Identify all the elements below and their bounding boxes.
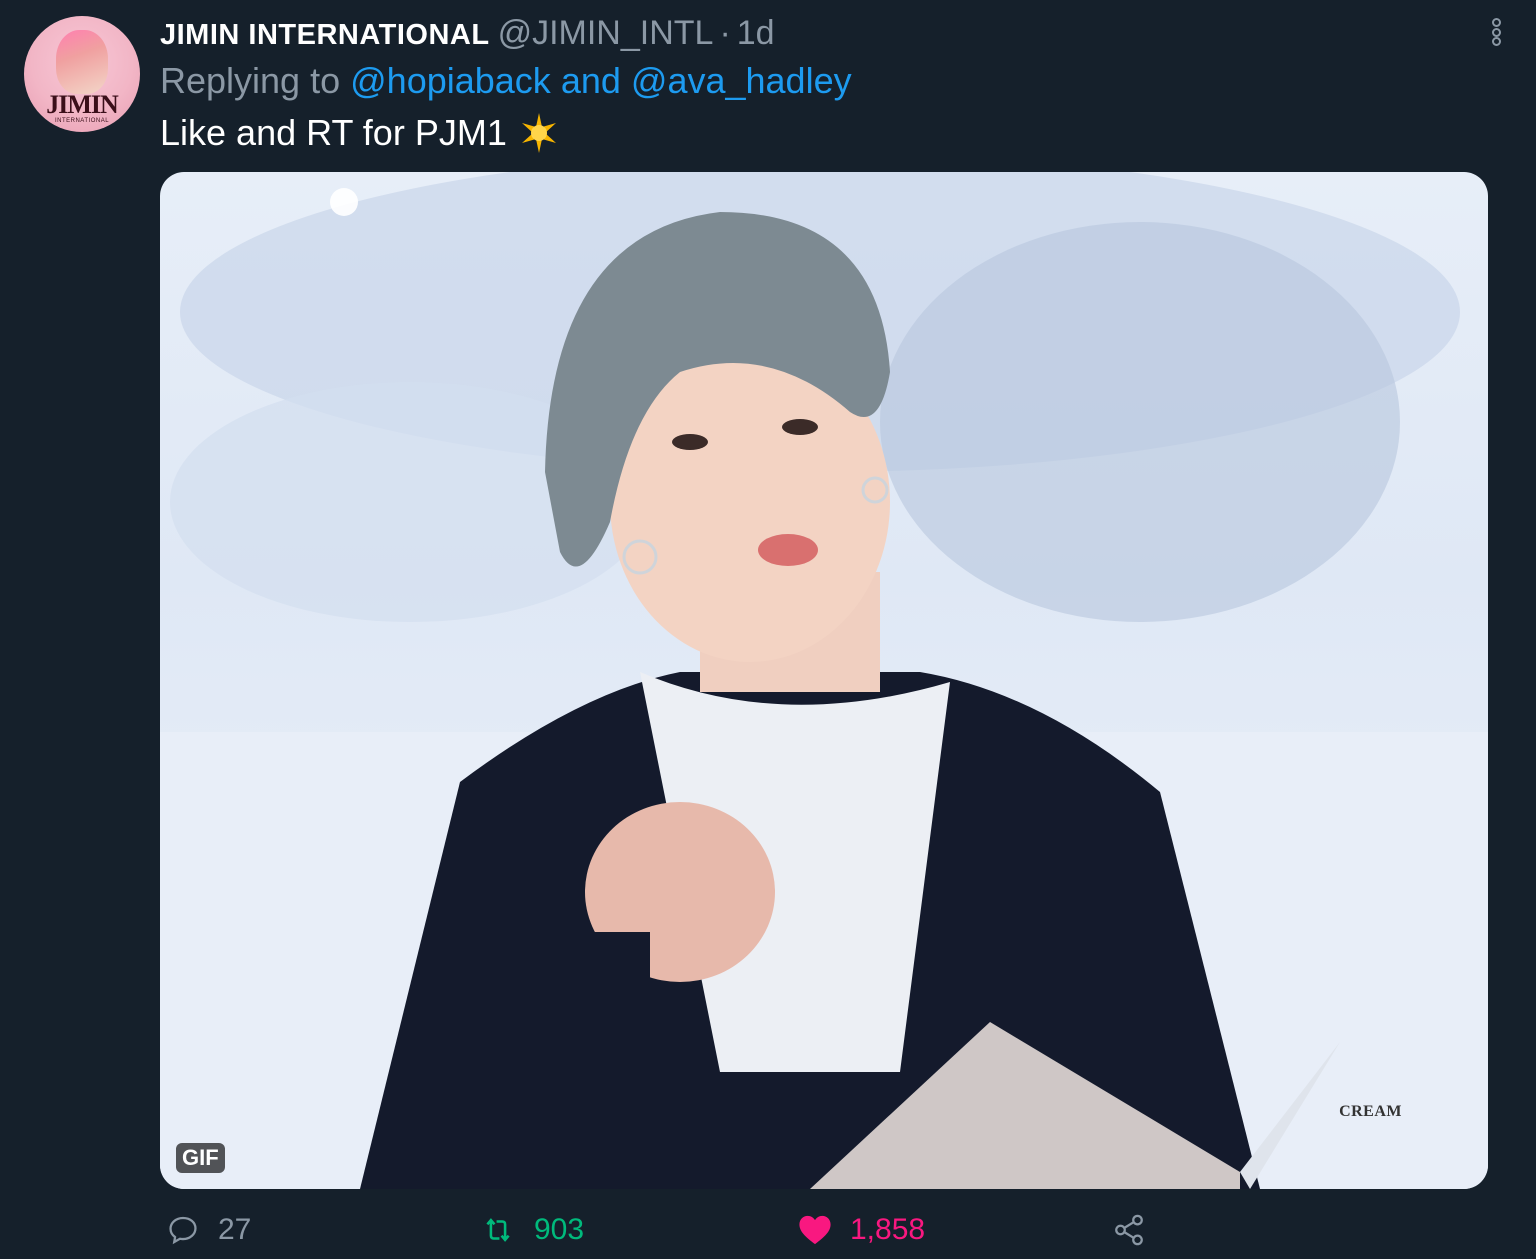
heart-icon xyxy=(799,1215,831,1245)
like-button[interactable]: 1,858 xyxy=(798,1205,925,1255)
tweet-actions: 27 903 1,858 xyxy=(0,1205,1536,1255)
reply-mention-1[interactable]: @hopiaback xyxy=(350,60,551,101)
retweet-icon xyxy=(486,1218,510,1242)
timestamp[interactable]: 1d xyxy=(737,14,775,53)
more-dot xyxy=(1491,27,1501,37)
more-options-icon[interactable] xyxy=(1484,14,1508,50)
more-dot xyxy=(1491,18,1501,27)
replying-to: Replying to @hopiaback and @ava_hadley xyxy=(160,60,852,102)
avatar-photo xyxy=(56,30,108,94)
tweet-text: Like and RT for PJM1 xyxy=(160,112,559,154)
reply-conjunction[interactable]: and xyxy=(561,60,621,101)
share-icon xyxy=(1115,1214,1143,1246)
replying-prefix: Replying to xyxy=(160,60,341,101)
like-count: 1,858 xyxy=(850,1213,926,1246)
user-handle[interactable]: @JIMIN_INTL xyxy=(498,14,714,53)
reply-button[interactable]: 27 xyxy=(166,1205,251,1255)
sun-emoji-icon xyxy=(519,113,559,153)
tweet-header: JIMIN INTERNATIONAL @JIMIN_INTL · 1d xyxy=(160,14,775,54)
display-name[interactable]: JIMIN INTERNATIONAL xyxy=(160,19,490,52)
tweet-text-content: Like and RT for PJM1 xyxy=(160,112,507,153)
media-watermark: CREAM xyxy=(1339,1103,1402,1120)
retweet-button[interactable]: 903 xyxy=(480,1205,584,1255)
gif-frame xyxy=(160,172,1488,1189)
separator-dot: · xyxy=(719,14,731,52)
reply-icon xyxy=(169,1216,197,1245)
more-dot xyxy=(1491,37,1501,46)
gif-badge: GIF xyxy=(176,1143,225,1173)
reply-count: 27 xyxy=(218,1213,252,1246)
avatar[interactable]: JIMIN INTERNATIONAL xyxy=(24,16,140,132)
retweet-count: 903 xyxy=(534,1213,585,1246)
tweet[interactable]: JIMIN INTERNATIONAL JIMIN INTERNATIONAL … xyxy=(0,0,1536,1259)
avatar-logo-text: JIMIN xyxy=(46,90,119,119)
tweet-media-gif[interactable]: GIF CREAM xyxy=(160,172,1488,1189)
reply-mention-2[interactable]: @ava_hadley xyxy=(631,60,852,101)
avatar-logo-subtext: INTERNATIONAL xyxy=(54,118,110,124)
share-button[interactable] xyxy=(1112,1205,1146,1255)
